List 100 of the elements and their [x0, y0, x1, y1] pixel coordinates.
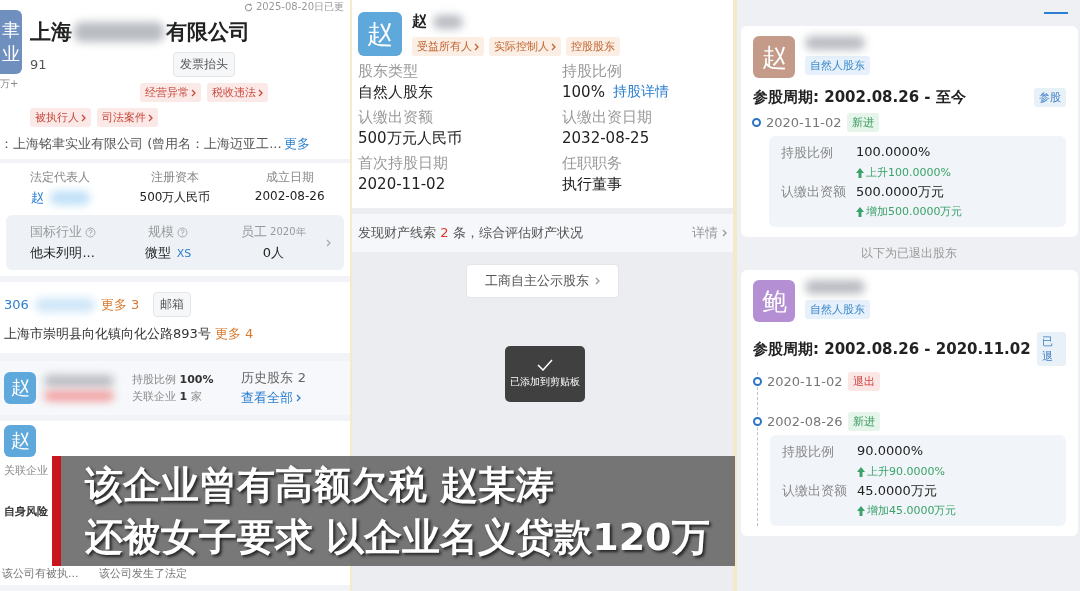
change-delta: 增加500.0000万元 [866, 204, 963, 219]
event-tag: 退出 [847, 372, 880, 391]
chevron-icon [81, 113, 86, 122]
logo-caption: 万+ [0, 77, 19, 91]
legal-person-link[interactable]: 赵 [30, 189, 44, 207]
invoice-button[interactable]: 发票抬头 [172, 52, 235, 77]
stat-value: 微型 [144, 244, 171, 262]
asset-clue-text: 发现财产线索 2 条，综合评估财产状况 [358, 224, 583, 242]
field-value: 自然人股东 [358, 83, 433, 102]
fact-value: 2002-08-26 [254, 189, 325, 203]
timeline-dot [753, 417, 762, 426]
view-all-link[interactable]: 查看全部 [241, 389, 294, 407]
field-value: 2032-08-25 [562, 129, 650, 147]
avatar-tile: 赵 [358, 12, 402, 56]
blurred-tag [44, 391, 114, 401]
holding-ratio-text: 持股比例 100% [132, 372, 214, 387]
chevron-right-icon [326, 238, 331, 247]
stat-label: 国标行业 [29, 223, 82, 241]
stat-note: 2020年 [270, 225, 306, 239]
email-button[interactable]: 邮箱 [153, 292, 192, 317]
role-tag: 控股股东 [566, 37, 620, 56]
field-label: 任职职务 [562, 154, 623, 173]
event-date: 2020-11-02 [767, 374, 843, 389]
company-former-name: ：上海铭聿实业有限公司 (曾用名：上海迈亚工... [0, 135, 282, 153]
blurred-text [49, 191, 90, 205]
company-name: 有限公司 [166, 19, 250, 46]
holding-period: 参股周期: 2002.08.26 - 2020.11.02 [753, 339, 1031, 359]
field-label: 认缴出资额 [358, 108, 434, 127]
change-value: 45.0000万元 [857, 482, 938, 500]
field-value: 执行董事 [562, 175, 622, 194]
help-icon [177, 226, 188, 238]
related-label: 关联企业 [4, 463, 49, 478]
details-link[interactable]: 详情 [692, 224, 718, 242]
avatar-tile: 赵 [753, 36, 795, 78]
chevron-icon [258, 88, 263, 97]
event-tag: 新进 [847, 412, 880, 431]
change-value: 90.0000% [857, 443, 925, 460]
more-phones-link[interactable]: 更多 3 [100, 295, 140, 314]
change-label: 认缴出资额 [782, 482, 847, 500]
risk-tag[interactable]: 税收违法 [207, 83, 268, 102]
timeline-dot [753, 377, 762, 386]
risk-tag[interactable]: 司法案件 [97, 108, 158, 127]
chevron-icon [551, 42, 556, 51]
history-shareholders-text: 历史股东 2 [241, 369, 306, 387]
check-icon [537, 359, 553, 371]
up-arrow-icon [857, 466, 865, 477]
stat-label: 员工 [241, 223, 268, 241]
section-divider-text: 以下为已退出股东 [860, 245, 957, 262]
stat-value: 0人 [262, 244, 284, 262]
change-label: 认缴出资额 [781, 183, 846, 201]
blurred-text [805, 36, 865, 50]
public-shareholders-button[interactable]: 工商自主公示股东 [466, 264, 619, 298]
fact-label: 法定代表人 [30, 169, 91, 186]
chevron-icon [148, 113, 153, 122]
fact-label: 成立日期 [265, 169, 314, 186]
status-badge: 参股 [1034, 88, 1066, 107]
more-addresses-link[interactable]: 更多 4 [214, 325, 254, 343]
role-tag[interactable]: 实际控制人 [489, 37, 561, 56]
update-note: 2025-08-20日已更 [255, 0, 344, 14]
change-value: 100.0000% [856, 144, 932, 161]
company-name: 上海 [30, 19, 72, 46]
up-arrow-icon [856, 167, 864, 178]
address-text: 上海市崇明县向化镇向化公路893号 [4, 325, 211, 343]
role-tag[interactable]: 受益所有人 [412, 37, 484, 56]
size-label: XS [176, 246, 192, 260]
more-link[interactable]: 更多 [283, 135, 310, 153]
chevron-icon [722, 229, 727, 237]
stat-value: 他未列明... [30, 244, 95, 262]
blurred-text [44, 375, 114, 387]
change-delta: 上升90.0000% [867, 464, 945, 479]
field-value: 500万元人民币 [358, 129, 462, 148]
holding-details-link[interactable]: 持股详情 [612, 83, 669, 101]
fact-label: 注册资本 [151, 169, 199, 186]
risk-label: 自身风险 [4, 504, 49, 519]
risk-tag[interactable]: 被执行人 [30, 108, 91, 127]
change-label: 持股比例 [781, 144, 834, 162]
subtitle-line: 还被女子要求 以企业名义贷款120万 [85, 514, 710, 561]
chevron-icon [296, 394, 302, 402]
phone-number[interactable]: 306 [4, 297, 29, 312]
field-value: 2020-11-02 [358, 175, 446, 193]
blurred-text [433, 14, 463, 29]
up-arrow-icon [857, 505, 865, 516]
stat-label: 规模 [148, 223, 174, 241]
avatar-tile: 赵 [4, 425, 36, 457]
shareholder-type-tag: 自然人股东 [805, 56, 870, 75]
blurred-text [805, 280, 865, 294]
change-delta: 增加45.0000万元 [867, 503, 957, 518]
status-badge: 已退 [1036, 332, 1066, 366]
refresh-icon [243, 2, 253, 12]
holding-period: 参股周期: 2002.08.26 - 至今 [753, 88, 966, 107]
field-label: 认缴出资日期 [562, 108, 653, 127]
blurred-text [34, 297, 95, 312]
risk-tag[interactable]: 经营异常 [140, 83, 201, 102]
event-date: 2002-08-26 [767, 414, 843, 429]
change-delta: 上升100.0000% [866, 165, 951, 180]
shareholder-type-tag: 自然人股东 [805, 300, 870, 319]
field-label: 股东类型 [358, 62, 419, 81]
tab-indicator [1044, 12, 1068, 14]
toast-text: 已添加到剪贴板 [510, 375, 580, 389]
chevron-icon [474, 42, 479, 51]
